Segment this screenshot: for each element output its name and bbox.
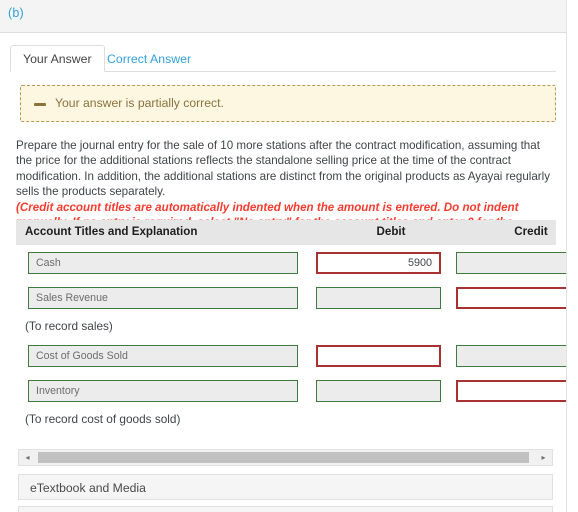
account-title-input-2[interactable] — [28, 287, 298, 309]
exercise-page: (b) Your Answer Correct Answer Your answ… — [0, 0, 578, 512]
scroll-left-arrow-icon[interactable]: ◂ — [19, 450, 36, 465]
table-row — [16, 245, 578, 280]
entry-note-record-sales: (To record sales) — [25, 319, 113, 333]
debit-amount-input-4[interactable] — [316, 380, 441, 402]
page-right-gutter — [566, 0, 578, 512]
account-title-input-3[interactable] — [28, 345, 298, 367]
column-header-account: Account Titles and Explanation — [25, 225, 198, 238]
credit-amount-input-3[interactable] — [456, 345, 578, 367]
part-label: (b) — [8, 6, 24, 20]
tab-your-answer-label: Your Answer — [23, 52, 92, 66]
debit-amount-input-3[interactable] — [316, 345, 441, 367]
part-header: (b) — [0, 0, 566, 33]
credit-amount-input-1[interactable] — [456, 252, 578, 274]
account-title-input-1[interactable] — [28, 252, 298, 274]
etextbook-and-media-panel[interactable]: eTextbook and Media — [18, 474, 553, 500]
tab-your-answer[interactable]: Your Answer — [10, 45, 105, 72]
journal-entry-table: Account Titles and Explanation Debit Cre… — [16, 220, 578, 431]
debit-amount-input-2[interactable] — [316, 287, 441, 309]
alert-message: Your answer is partially correct. — [55, 96, 224, 110]
credit-amount-input-4[interactable] — [456, 380, 578, 402]
table-row — [16, 373, 578, 408]
table-row — [16, 338, 578, 373]
scroll-right-arrow-icon[interactable]: ▸ — [535, 450, 552, 465]
instructions-body: Prepare the journal entry for the sale o… — [16, 139, 551, 198]
credit-amount-input-2[interactable] — [456, 287, 578, 309]
next-panel[interactable] — [18, 506, 553, 512]
entry-note-record-cogs: (To record cost of goods sold) — [25, 412, 181, 426]
etextbook-and-media-label: eTextbook and Media — [30, 481, 146, 495]
tab-correct-answer-label: Correct Answer — [107, 52, 192, 66]
tab-correct-answer[interactable]: Correct Answer — [94, 45, 204, 72]
account-title-input-4[interactable] — [28, 380, 298, 402]
scrollbar-thumb[interactable] — [38, 452, 529, 463]
table-row — [16, 280, 578, 315]
answer-tabs: Your Answer Correct Answer — [10, 45, 556, 72]
debit-amount-input-1[interactable] — [316, 252, 441, 274]
horizontal-scrollbar[interactable]: ◂ ▸ — [18, 449, 553, 466]
minus-icon — [34, 103, 46, 106]
partial-correct-alert: Your answer is partially correct. — [20, 85, 556, 122]
column-header-debit: Debit — [376, 225, 406, 238]
table-header-row: Account Titles and Explanation Debit Cre… — [16, 220, 556, 245]
column-header-credit: Credit — [514, 225, 548, 238]
